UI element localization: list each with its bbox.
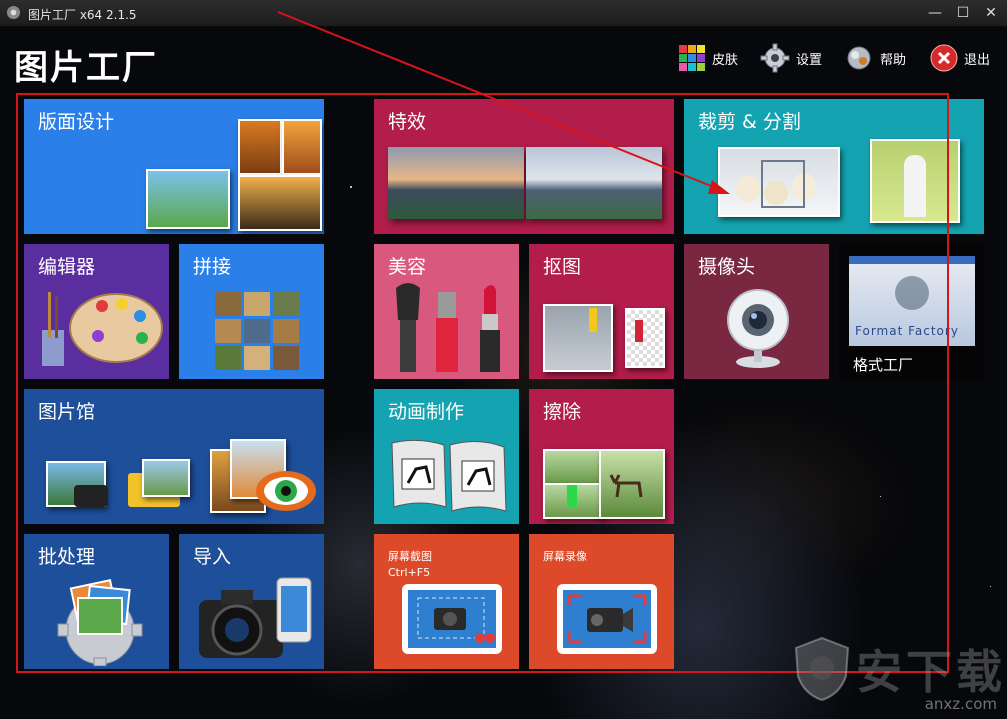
annotation-arrow (277, 11, 730, 194)
watermark-text: anxz.com (924, 695, 997, 713)
watermark-shield-icon (794, 636, 850, 702)
watermark-big: 安下载 (856, 645, 1006, 699)
